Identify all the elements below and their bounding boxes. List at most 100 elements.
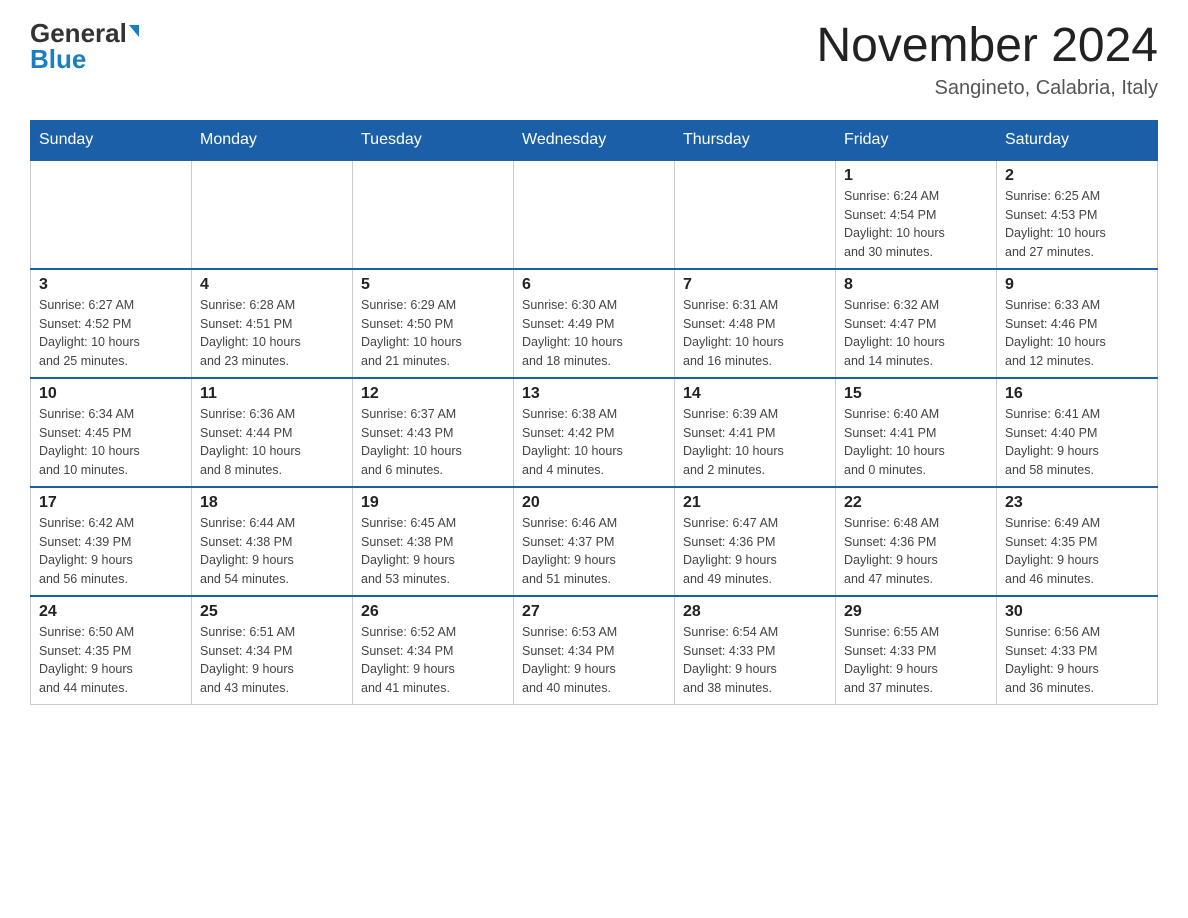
day-number: 16: [1005, 385, 1149, 403]
day-number: 23: [1005, 494, 1149, 512]
day-info: Sunrise: 6:49 AMSunset: 4:35 PMDaylight:…: [1005, 514, 1149, 589]
day-cell: 25 Sunrise: 6:51 AMSunset: 4:34 PMDayligh…: [192, 596, 353, 705]
day-number: 28: [683, 603, 827, 621]
calendar-header: SundayMondayTuesdayWednesdayThursdayFrid…: [31, 120, 1158, 160]
day-cell: 11 Sunrise: 6:36 AMSunset: 4:44 PMDayligh…: [192, 378, 353, 487]
day-info: Sunrise: 6:34 AMSunset: 4:45 PMDaylight:…: [39, 405, 183, 480]
day-cell: 5Sunrise: 6:29 AMSunset: 4:50 PMDaylight…: [353, 269, 514, 378]
day-number: 15: [844, 385, 988, 403]
day-info: Sunrise: 6:31 AMSunset: 4:48 PMDaylight:…: [683, 296, 827, 371]
day-cell: 1 Sunrise: 6:24 AMSunset: 4:54 PMDaylight…: [836, 160, 997, 269]
weekday-header-monday: Monday: [192, 120, 353, 160]
day-info: Sunrise: 6:56 AMSunset: 4:33 PMDaylight:…: [1005, 623, 1149, 698]
day-cell: 16 Sunrise: 6:41 AMSunset: 4:40 PMDayligh…: [997, 378, 1158, 487]
weekday-header-wednesday: Wednesday: [514, 120, 675, 160]
day-cell: 20 Sunrise: 6:46 AMSunset: 4:37 PMDayligh…: [514, 487, 675, 596]
day-info: Sunrise: 6:41 AMSunset: 4:40 PMDaylight:…: [1005, 405, 1149, 480]
day-info: Sunrise: 6:40 AMSunset: 4:41 PMDaylight:…: [844, 405, 988, 480]
day-info: Sunrise: 6:54 AMSunset: 4:33 PMDaylight:…: [683, 623, 827, 698]
day-info: Sunrise: 6:47 AMSunset: 4:36 PMDaylight:…: [683, 514, 827, 589]
day-cell: 8 Sunrise: 6:32 AMSunset: 4:47 PMDaylight…: [836, 269, 997, 378]
calendar-subtitle: Sangineto, Calabria, Italy: [816, 77, 1158, 100]
day-number: 5: [361, 276, 505, 294]
day-cell: 10 Sunrise: 6:34 AMSunset: 4:45 PMDayligh…: [31, 378, 192, 487]
day-cell: [192, 160, 353, 269]
day-cell: 24Sunrise: 6:50 AMSunset: 4:35 PMDayligh…: [31, 596, 192, 705]
week-row-1: 1 Sunrise: 6:24 AMSunset: 4:54 PMDaylight…: [31, 160, 1158, 269]
day-cell: 2 Sunrise: 6:25 AMSunset: 4:53 PMDaylight…: [997, 160, 1158, 269]
day-number: 7: [683, 276, 827, 294]
logo: General Blue: [30, 20, 139, 73]
day-cell: 3Sunrise: 6:27 AMSunset: 4:52 PMDaylight…: [31, 269, 192, 378]
day-number: 10: [39, 385, 183, 403]
day-info: Sunrise: 6:44 AMSunset: 4:38 PMDaylight:…: [200, 514, 344, 589]
day-info: Sunrise: 6:25 AMSunset: 4:53 PMDaylight:…: [1005, 187, 1149, 262]
day-number: 6: [522, 276, 666, 294]
day-cell: [31, 160, 192, 269]
week-row-3: 10 Sunrise: 6:34 AMSunset: 4:45 PMDayligh…: [31, 378, 1158, 487]
day-cell: 12 Sunrise: 6:37 AMSunset: 4:43 PMDayligh…: [353, 378, 514, 487]
day-cell: 27Sunrise: 6:53 AMSunset: 4:34 PMDayligh…: [514, 596, 675, 705]
day-cell: 6 Sunrise: 6:30 AMSunset: 4:49 PMDaylight…: [514, 269, 675, 378]
logo-general: General: [30, 20, 127, 46]
day-info: Sunrise: 6:28 AMSunset: 4:51 PMDaylight:…: [200, 296, 344, 371]
day-number: 4: [200, 276, 344, 294]
day-cell: 9 Sunrise: 6:33 AMSunset: 4:46 PMDaylight…: [997, 269, 1158, 378]
day-number: 21: [683, 494, 827, 512]
day-number: 12: [361, 385, 505, 403]
day-info: Sunrise: 6:36 AMSunset: 4:44 PMDaylight:…: [200, 405, 344, 480]
day-cell: 21 Sunrise: 6:47 AMSunset: 4:36 PMDayligh…: [675, 487, 836, 596]
day-cell: 29Sunrise: 6:55 AMSunset: 4:33 PMDayligh…: [836, 596, 997, 705]
weekday-header-sunday: Sunday: [31, 120, 192, 160]
weekday-header-friday: Friday: [836, 120, 997, 160]
day-info: Sunrise: 6:24 AMSunset: 4:54 PMDaylight:…: [844, 187, 988, 262]
day-cell: [514, 160, 675, 269]
day-info: Sunrise: 6:53 AMSunset: 4:34 PMDaylight:…: [522, 623, 666, 698]
day-info: Sunrise: 6:30 AMSunset: 4:49 PMDaylight:…: [522, 296, 666, 371]
week-row-2: 3Sunrise: 6:27 AMSunset: 4:52 PMDaylight…: [31, 269, 1158, 378]
day-info: Sunrise: 6:45 AMSunset: 4:38 PMDaylight:…: [361, 514, 505, 589]
page-header: General Blue November 2024 Sangineto, Ca…: [30, 20, 1158, 100]
day-number: 17: [39, 494, 183, 512]
day-number: 14: [683, 385, 827, 403]
day-number: 8: [844, 276, 988, 294]
title-block: November 2024 Sangineto, Calabria, Italy: [816, 20, 1158, 100]
day-info: Sunrise: 6:46 AMSunset: 4:37 PMDaylight:…: [522, 514, 666, 589]
day-number: 13: [522, 385, 666, 403]
week-row-5: 24Sunrise: 6:50 AMSunset: 4:35 PMDayligh…: [31, 596, 1158, 705]
day-number: 1: [844, 167, 988, 185]
day-cell: 18Sunrise: 6:44 AMSunset: 4:38 PMDayligh…: [192, 487, 353, 596]
day-cell: 19 Sunrise: 6:45 AMSunset: 4:38 PMDayligh…: [353, 487, 514, 596]
day-cell: 26Sunrise: 6:52 AMSunset: 4:34 PMDayligh…: [353, 596, 514, 705]
day-number: 26: [361, 603, 505, 621]
day-cell: 14Sunrise: 6:39 AMSunset: 4:41 PMDayligh…: [675, 378, 836, 487]
day-number: 20: [522, 494, 666, 512]
day-info: Sunrise: 6:38 AMSunset: 4:42 PMDaylight:…: [522, 405, 666, 480]
day-number: 11: [200, 385, 344, 403]
day-info: Sunrise: 6:55 AMSunset: 4:33 PMDaylight:…: [844, 623, 988, 698]
weekday-header-row: SundayMondayTuesdayWednesdayThursdayFrid…: [31, 120, 1158, 160]
day-cell: 22Sunrise: 6:48 AMSunset: 4:36 PMDayligh…: [836, 487, 997, 596]
day-number: 19: [361, 494, 505, 512]
day-info: Sunrise: 6:32 AMSunset: 4:47 PMDaylight:…: [844, 296, 988, 371]
day-info: Sunrise: 6:51 AMSunset: 4:34 PMDaylight:…: [200, 623, 344, 698]
day-number: 2: [1005, 167, 1149, 185]
day-cell: 4 Sunrise: 6:28 AMSunset: 4:51 PMDaylight…: [192, 269, 353, 378]
day-number: 25: [200, 603, 344, 621]
day-number: 22: [844, 494, 988, 512]
day-cell: 13 Sunrise: 6:38 AMSunset: 4:42 PMDayligh…: [514, 378, 675, 487]
day-cell: 7 Sunrise: 6:31 AMSunset: 4:48 PMDaylight…: [675, 269, 836, 378]
day-info: Sunrise: 6:42 AMSunset: 4:39 PMDaylight:…: [39, 514, 183, 589]
day-number: 30: [1005, 603, 1149, 621]
day-cell: 30 Sunrise: 6:56 AMSunset: 4:33 PMDayligh…: [997, 596, 1158, 705]
day-info: Sunrise: 6:50 AMSunset: 4:35 PMDaylight:…: [39, 623, 183, 698]
day-number: 9: [1005, 276, 1149, 294]
day-cell: 23 Sunrise: 6:49 AMSunset: 4:35 PMDayligh…: [997, 487, 1158, 596]
day-number: 3: [39, 276, 183, 294]
day-cell: 15 Sunrise: 6:40 AMSunset: 4:41 PMDayligh…: [836, 378, 997, 487]
day-info: Sunrise: 6:33 AMSunset: 4:46 PMDaylight:…: [1005, 296, 1149, 371]
day-cell: 17 Sunrise: 6:42 AMSunset: 4:39 PMDayligh…: [31, 487, 192, 596]
day-info: Sunrise: 6:37 AMSunset: 4:43 PMDaylight:…: [361, 405, 505, 480]
logo-triangle-icon: [129, 25, 139, 37]
weekday-header-saturday: Saturday: [997, 120, 1158, 160]
